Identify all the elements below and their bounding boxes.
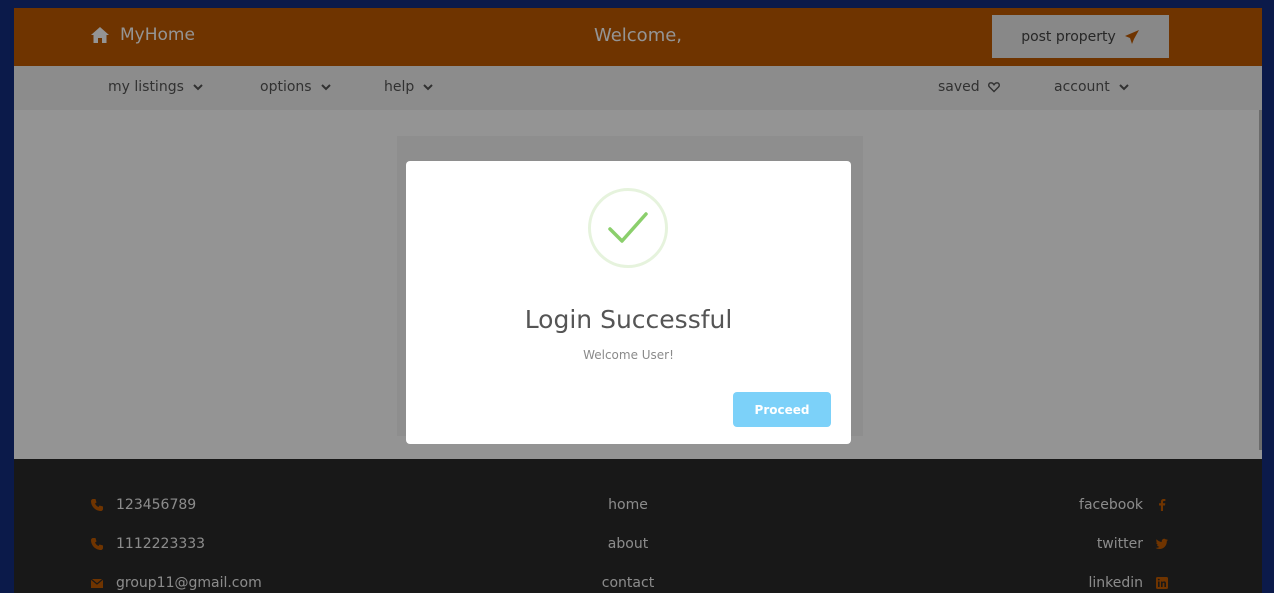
success-icon-circle <box>588 188 668 268</box>
proceed-button[interactable]: Proceed <box>733 392 831 427</box>
check-icon <box>608 212 648 243</box>
login-success-dialog: Login Successful Welcome User! Proceed <box>406 161 851 444</box>
dialog-title: Login Successful <box>524 305 733 334</box>
browser-viewport: MyHome Welcome, post property my listing… <box>14 8 1262 593</box>
dialog-message: Welcome User! <box>583 348 674 362</box>
